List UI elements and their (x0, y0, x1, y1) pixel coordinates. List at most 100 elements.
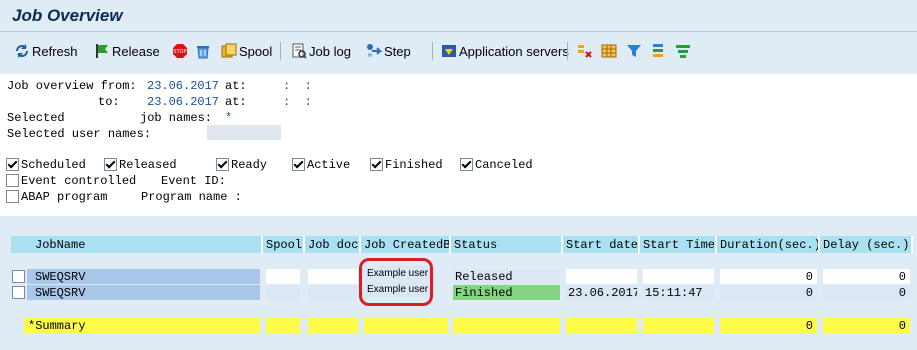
toolbar-separator (280, 42, 281, 60)
svg-text:STOP: STOP (173, 49, 186, 55)
grid-icon (601, 44, 617, 58)
spool-icon (221, 43, 237, 58)
to-date: 23.06.2017 (147, 95, 220, 109)
job-log-button[interactable]: Job log (291, 40, 351, 62)
stop-button[interactable]: STOP (172, 40, 190, 62)
scheduled-label: Scheduled (21, 158, 86, 172)
job-log-label: Job log (309, 43, 351, 59)
toolbar-separator (432, 42, 433, 60)
canceled-checkbox[interactable] (460, 158, 473, 171)
col-header-duration[interactable]: Duration(sec.) (717, 236, 820, 253)
job-name-cell[interactable]: SWEQSRV (27, 285, 260, 300)
released-checkbox[interactable] (104, 158, 117, 171)
job-log-icon (292, 43, 307, 59)
sum-icon (676, 45, 690, 58)
selected-label: Selected (7, 111, 65, 125)
start-time-cell: 15:11:47 (643, 285, 714, 300)
ready-label: Ready (231, 158, 268, 172)
row-select-checkbox[interactable] (12, 270, 25, 283)
flag-icon (96, 44, 108, 58)
start-time-cell (643, 269, 714, 284)
from-label: Job overview from: (7, 79, 137, 93)
event-controlled-checkbox[interactable] (6, 174, 19, 187)
active-label: Active (307, 158, 351, 172)
user-names-label: Selected user names: (7, 127, 152, 141)
duration-cell: 0 (720, 285, 817, 300)
col-header-spool[interactable]: Spool (263, 236, 305, 253)
application-servers-label: Application servers (459, 43, 569, 59)
summary-label: *Summary (24, 318, 260, 333)
selection-area: Job overview from: 23.06.2017 at: : : to… (0, 74, 917, 216)
delete-button[interactable] (195, 40, 213, 62)
refresh-label: Refresh (32, 43, 78, 59)
step-icon (367, 44, 382, 57)
to-time: : : (283, 95, 312, 109)
refresh-button[interactable]: Refresh (14, 40, 78, 62)
spool-cell (266, 269, 300, 284)
delay-cell: 0 (823, 269, 910, 284)
from-time: : : (283, 79, 312, 93)
to-label: to: (98, 95, 120, 109)
col-header-start-time[interactable]: Start Time (640, 236, 717, 253)
release-label: Release (112, 43, 160, 59)
col-header-status[interactable]: Status (451, 236, 563, 253)
row-select-checkbox[interactable] (12, 286, 25, 299)
release-button[interactable]: Release (94, 40, 160, 62)
job-names-label: job names: (140, 111, 213, 125)
spool-label: Spool (239, 43, 273, 59)
summary-delay: 0 (823, 318, 910, 333)
summary-duration: 0 (720, 318, 817, 333)
filter-icon (627, 45, 641, 57)
col-header-created-by[interactable]: Job CreatedB (361, 236, 451, 253)
summary-start-date-cell (566, 318, 637, 333)
sort-button[interactable] (650, 40, 668, 62)
step-label: Step (384, 43, 411, 59)
duration-cell: 0 (720, 269, 817, 284)
summary-status-cell (453, 318, 560, 333)
col-header-delay[interactable]: Delay (sec.) (820, 236, 913, 253)
start-date-cell (566, 269, 637, 284)
title-divider (0, 31, 917, 32)
sum-button[interactable] (675, 40, 693, 62)
job-name-cell[interactable]: SWEQSRV (27, 269, 260, 284)
abap-program-checkbox[interactable] (6, 190, 19, 203)
application-servers-button[interactable]: Application servers (441, 40, 569, 62)
col-header-start-date[interactable]: Start date (563, 236, 640, 253)
abap-program-label: ABAP program (21, 190, 108, 204)
filter-button[interactable] (626, 40, 644, 62)
finished-label: Finished (385, 158, 443, 172)
toolbar-separator (567, 42, 568, 60)
stop-icon: STOP (173, 44, 187, 58)
step-button[interactable]: Step (366, 40, 411, 62)
refresh-icon (16, 44, 28, 58)
from-at-label: at: (225, 79, 247, 93)
layout-button[interactable] (577, 40, 595, 62)
page-title: Job Overview (12, 6, 123, 25)
from-date: 23.06.2017 (147, 79, 220, 93)
ready-checkbox[interactable] (216, 158, 229, 171)
program-name-label: Program name : (141, 190, 242, 204)
event-id-label: Event ID: (161, 174, 226, 188)
released-label: Released (119, 158, 177, 172)
summary-job-doc-cell (308, 318, 358, 333)
grid-button[interactable] (601, 40, 619, 62)
active-checkbox[interactable] (292, 158, 305, 171)
application-toolbar: Refresh Release STOP Spool Job log Step … (0, 36, 917, 66)
summary-spool-cell (266, 318, 300, 333)
scheduled-checkbox[interactable] (6, 158, 19, 171)
layout-icon (578, 45, 592, 58)
col-header-jobname[interactable]: JobName (11, 236, 263, 253)
spool-cell (266, 285, 300, 300)
summary-created-by-cell (364, 318, 448, 333)
job-doc-cell (308, 285, 358, 300)
trash-icon (197, 46, 209, 59)
status-cell: Finished (453, 285, 560, 300)
event-controlled-label: Event controlled (21, 174, 137, 188)
highlight-annotation (359, 258, 433, 306)
col-header-job-doc[interactable]: Job doc (305, 236, 361, 253)
spool-button[interactable]: Spool (221, 40, 272, 62)
finished-checkbox[interactable] (370, 158, 383, 171)
sort-icon (653, 44, 663, 57)
user-names-field (207, 125, 281, 140)
summary-start-time-cell (643, 318, 714, 333)
